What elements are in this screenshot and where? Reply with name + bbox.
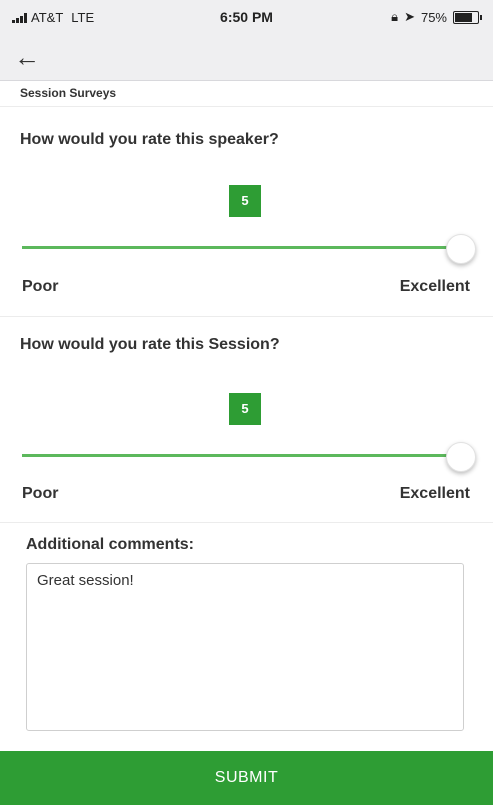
orientation-lock-icon: 🔒︎	[391, 9, 399, 24]
battery-icon	[453, 10, 482, 24]
status-right: 🔒︎ ➤ 75%	[391, 9, 482, 25]
location-icon: ➤	[404, 9, 415, 24]
comments-label: Additional comments:	[26, 536, 195, 553]
status-bar: AT&T LTE 6:50 PM 🔒︎ ➤ 75%	[0, 0, 493, 36]
session-rating-question: How would you rate this Session?	[20, 336, 280, 353]
session-rating-slider-thumb[interactable]	[446, 442, 476, 472]
battery-fill	[455, 12, 472, 22]
speaker-rating-slider-track[interactable]	[22, 246, 460, 249]
section-title: Session Surveys	[20, 86, 117, 100]
session-rating-min-label: Poor	[22, 485, 59, 502]
divider	[0, 316, 493, 317]
submit-button[interactable]: SUBMIT	[0, 751, 493, 805]
speaker-rating-min-label: Poor	[22, 278, 59, 295]
back-arrow-icon[interactable]: ←	[14, 42, 40, 72]
nav-bar: ←	[0, 36, 493, 81]
divider	[0, 106, 493, 107]
comments-textarea[interactable]	[26, 563, 464, 731]
speaker-rating-max-label: Excellent	[399, 278, 470, 295]
speaker-rating-question: How would you rate this speaker?	[20, 131, 279, 148]
session-rating-max-label: Excellent	[399, 485, 470, 502]
speaker-rating-slider-thumb[interactable]	[446, 234, 476, 264]
session-rating-value-badge: 5	[229, 393, 261, 425]
speaker-rating-value-badge: 5	[229, 185, 261, 217]
divider	[0, 522, 493, 523]
session-rating-slider-track[interactable]	[22, 454, 460, 457]
battery-percent: 75%	[420, 9, 447, 25]
